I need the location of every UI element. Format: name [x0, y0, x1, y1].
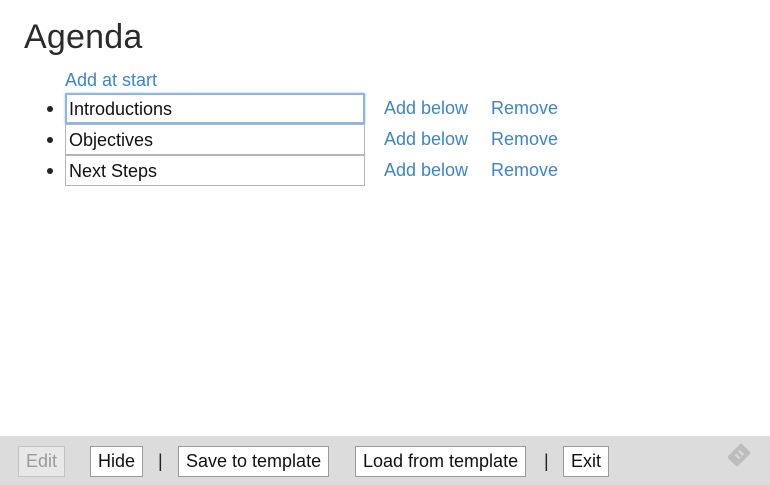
toolbar-separator: |: [544, 451, 549, 471]
agenda-item: Add below Remove: [0, 124, 770, 155]
bottom-toolbar: Edit Hide | Save to template Load from t…: [0, 436, 770, 485]
hide-button[interactable]: Hide: [90, 446, 144, 477]
add-below-link[interactable]: Add below: [384, 98, 468, 119]
bullet-icon: [47, 106, 53, 112]
agenda-item: Add below Remove: [0, 93, 770, 124]
feather-icon: [727, 443, 751, 467]
remove-link[interactable]: Remove: [491, 98, 558, 119]
remove-link[interactable]: Remove: [491, 129, 558, 150]
bullet-icon: [47, 168, 53, 174]
agenda-list: Add below Remove Add below Remove Add be…: [0, 93, 770, 186]
remove-link[interactable]: Remove: [491, 160, 558, 181]
add-below-link[interactable]: Add below: [384, 160, 468, 181]
exit-button[interactable]: Exit: [563, 446, 610, 477]
agenda-item-input[interactable]: [65, 93, 365, 124]
agenda-item: Add below Remove: [0, 155, 770, 186]
load-from-template-button[interactable]: Load from template: [355, 446, 527, 477]
save-to-template-button[interactable]: Save to template: [178, 446, 330, 477]
edit-button[interactable]: Edit: [18, 446, 66, 477]
bullet-icon: [47, 137, 53, 143]
add-below-link[interactable]: Add below: [384, 129, 468, 150]
toolbar-separator: |: [158, 451, 163, 471]
add-at-start-link[interactable]: Add at start: [65, 70, 157, 91]
page-title: Agenda: [24, 18, 143, 56]
agenda-item-input[interactable]: [65, 124, 365, 155]
agenda-item-input[interactable]: [65, 155, 365, 186]
agenda-page: Agenda Add at start Add below Remove Add…: [0, 0, 770, 485]
